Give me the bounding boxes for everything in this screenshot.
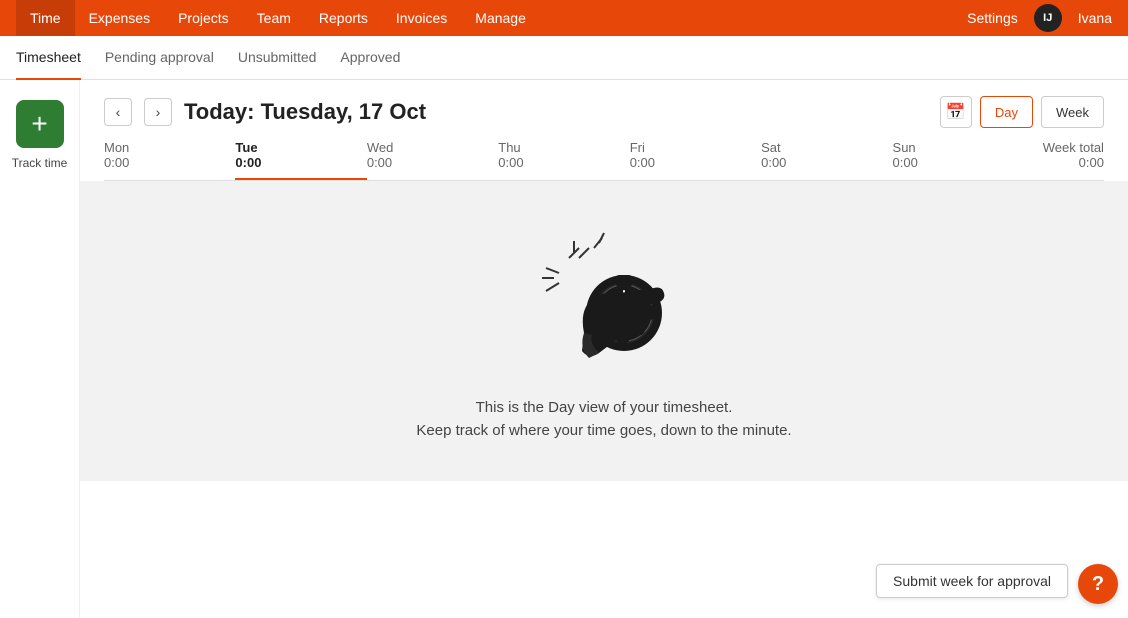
- nav-item-time[interactable]: Time: [16, 0, 75, 36]
- plus-icon: +: [31, 110, 47, 138]
- nav-item-manage[interactable]: Manage: [461, 0, 540, 36]
- help-button[interactable]: ?: [1078, 564, 1118, 604]
- next-date-button[interactable]: ›: [144, 98, 172, 126]
- day-hours-tue: 0:00: [235, 155, 261, 170]
- week-row: Mon 0:00 Tue 0:00 Wed 0:00 Thu 0:00 Fri …: [80, 128, 1128, 180]
- date-header: ‹ › Today: Tuesday, 17 Oct 📅 Day Week: [80, 80, 1128, 128]
- sub-nav-approved[interactable]: Approved: [340, 36, 400, 80]
- nav-item-invoices[interactable]: Invoices: [382, 0, 461, 36]
- sub-navigation: Timesheet Pending approval Unsubmitted A…: [0, 36, 1128, 80]
- day-col-sat[interactable]: Sat 0:00: [761, 140, 892, 180]
- week-total: Week total 0:00: [1024, 140, 1104, 180]
- day-name-wed: Wed: [367, 140, 394, 155]
- settings-link[interactable]: Settings: [967, 10, 1018, 26]
- empty-state: This is the Day view of your timesheet. …: [80, 181, 1128, 481]
- add-time-button[interactable]: +: [16, 100, 64, 148]
- sub-nav-pending[interactable]: Pending approval: [105, 36, 214, 80]
- nav-item-reports[interactable]: Reports: [305, 0, 382, 36]
- nav-item-projects[interactable]: Projects: [164, 0, 243, 36]
- chevron-right-icon: ›: [156, 104, 161, 120]
- prev-date-button[interactable]: ‹: [104, 98, 132, 126]
- content-area: ‹ › Today: Tuesday, 17 Oct 📅 Day Week Mo…: [80, 80, 1128, 618]
- top-navigation: Time Expenses Projects Team Reports Invo…: [0, 0, 1128, 36]
- user-name[interactable]: Ivana: [1078, 10, 1112, 26]
- day-col-wed[interactable]: Wed 0:00: [367, 140, 498, 180]
- sub-nav-unsubmitted[interactable]: Unsubmitted: [238, 36, 317, 80]
- day-col-mon[interactable]: Mon 0:00: [104, 140, 235, 180]
- day-col-thu[interactable]: Thu 0:00: [498, 140, 629, 180]
- timesheet-illustration: [524, 223, 684, 383]
- empty-text-1: This is the Day view of your timesheet.: [476, 399, 733, 416]
- day-name-tue: Tue: [235, 140, 257, 155]
- track-time-label: Track time: [12, 156, 68, 170]
- day-hours-thu: 0:00: [498, 155, 523, 170]
- day-hours-sun: 0:00: [893, 155, 918, 170]
- day-name-mon: Mon: [104, 140, 129, 155]
- day-col-fri[interactable]: Fri 0:00: [630, 140, 761, 180]
- main-content: + Track time ‹ › Today: Tuesday, 17 Oct …: [0, 80, 1128, 618]
- calendar-icon: 📅: [946, 102, 966, 122]
- nav-right: Settings IJ Ivana: [967, 4, 1112, 32]
- sidebar: + Track time: [0, 80, 80, 618]
- submit-week-button[interactable]: Submit week for approval: [876, 564, 1068, 598]
- day-col-sun[interactable]: Sun 0:00: [893, 140, 1024, 180]
- day-name-thu: Thu: [498, 140, 520, 155]
- day-hours-sat: 0:00: [761, 155, 786, 170]
- question-mark-icon: ?: [1092, 573, 1104, 596]
- day-hours-wed: 0:00: [367, 155, 392, 170]
- day-hours-mon: 0:00: [104, 155, 129, 170]
- day-hours-fri: 0:00: [630, 155, 655, 170]
- week-view-button[interactable]: Week: [1041, 96, 1104, 128]
- calendar-button[interactable]: 📅: [940, 96, 972, 128]
- day-col-tue[interactable]: Tue 0:00: [235, 140, 366, 180]
- chevron-left-icon: ‹: [116, 104, 121, 120]
- day-name-fri: Fri: [630, 140, 645, 155]
- view-controls: 📅 Day Week: [940, 96, 1104, 128]
- date-title: Today: Tuesday, 17 Oct: [184, 99, 928, 125]
- nav-items: Time Expenses Projects Team Reports Invo…: [16, 0, 967, 36]
- day-name-sun: Sun: [893, 140, 916, 155]
- week-total-label: Week total: [1024, 140, 1104, 155]
- day-name-sat: Sat: [761, 140, 781, 155]
- nav-item-team[interactable]: Team: [243, 0, 305, 36]
- sub-nav-timesheet[interactable]: Timesheet: [16, 36, 81, 80]
- day-view-button[interactable]: Day: [980, 96, 1033, 128]
- empty-text-2: Keep track of where your time goes, down…: [416, 422, 791, 439]
- nav-item-expenses[interactable]: Expenses: [75, 0, 164, 36]
- avatar: IJ: [1034, 4, 1062, 32]
- week-total-hours: 0:00: [1024, 155, 1104, 170]
